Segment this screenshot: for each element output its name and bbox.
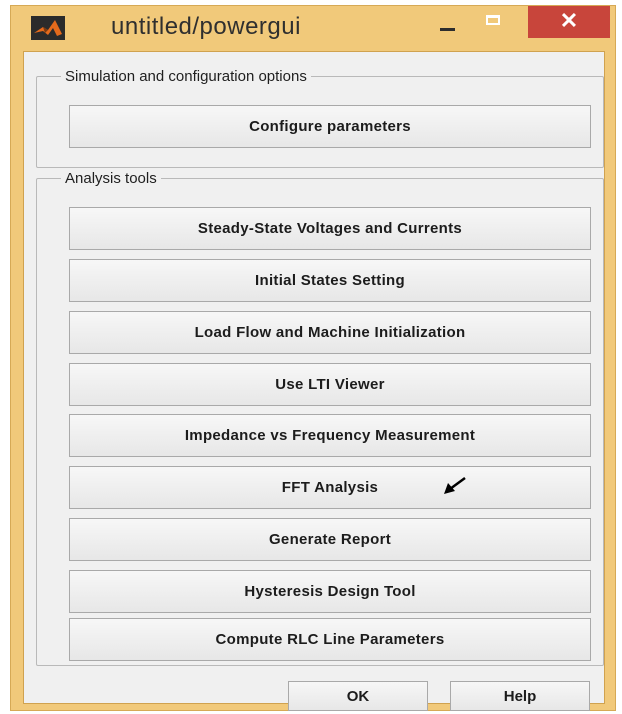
analysis-tools-legend: Analysis tools: [65, 170, 157, 187]
fft-analysis-label: FFT Analysis: [281, 479, 379, 496]
steady-state-button[interactable]: Steady-State Voltages and Currents: [69, 207, 591, 250]
initial-states-button[interactable]: Initial States Setting: [69, 259, 591, 302]
simulation-options-group: Simulation and configuration options Con…: [36, 68, 604, 168]
configure-parameters-button[interactable]: Configure parameters: [69, 105, 591, 148]
minimize-button[interactable]: [429, 6, 465, 38]
hysteresis-design-button[interactable]: Hysteresis Design Tool: [69, 570, 591, 613]
pointer-arrow-icon: [444, 476, 466, 494]
load-flow-button[interactable]: Load Flow and Machine Initialization: [69, 311, 591, 354]
impedance-measurement-button[interactable]: Impedance vs Frequency Measurement: [69, 414, 591, 457]
ok-button[interactable]: OK: [288, 681, 428, 711]
title-bar[interactable]: untitled/powergui ✕: [11, 6, 615, 48]
fft-analysis-button[interactable]: FFT Analysis: [69, 466, 591, 509]
help-button[interactable]: Help: [450, 681, 590, 711]
lti-viewer-button[interactable]: Use LTI Viewer: [69, 363, 591, 406]
compute-rlc-button[interactable]: Compute RLC Line Parameters: [69, 618, 591, 661]
window-title: untitled/powergui: [111, 13, 301, 40]
generate-report-button[interactable]: Generate Report: [69, 518, 591, 561]
close-button[interactable]: ✕: [528, 6, 610, 38]
dialog-body: Simulation and configuration options Con…: [23, 51, 605, 711]
analysis-tools-group: Analysis tools Steady-State Voltages and…: [36, 170, 604, 666]
powergui-window: untitled/powergui ✕ Simulation and confi…: [10, 5, 616, 711]
simulation-options-legend: Simulation and configuration options: [65, 68, 307, 85]
matlab-logo-icon: [31, 16, 65, 40]
maximize-button[interactable]: [476, 6, 512, 38]
